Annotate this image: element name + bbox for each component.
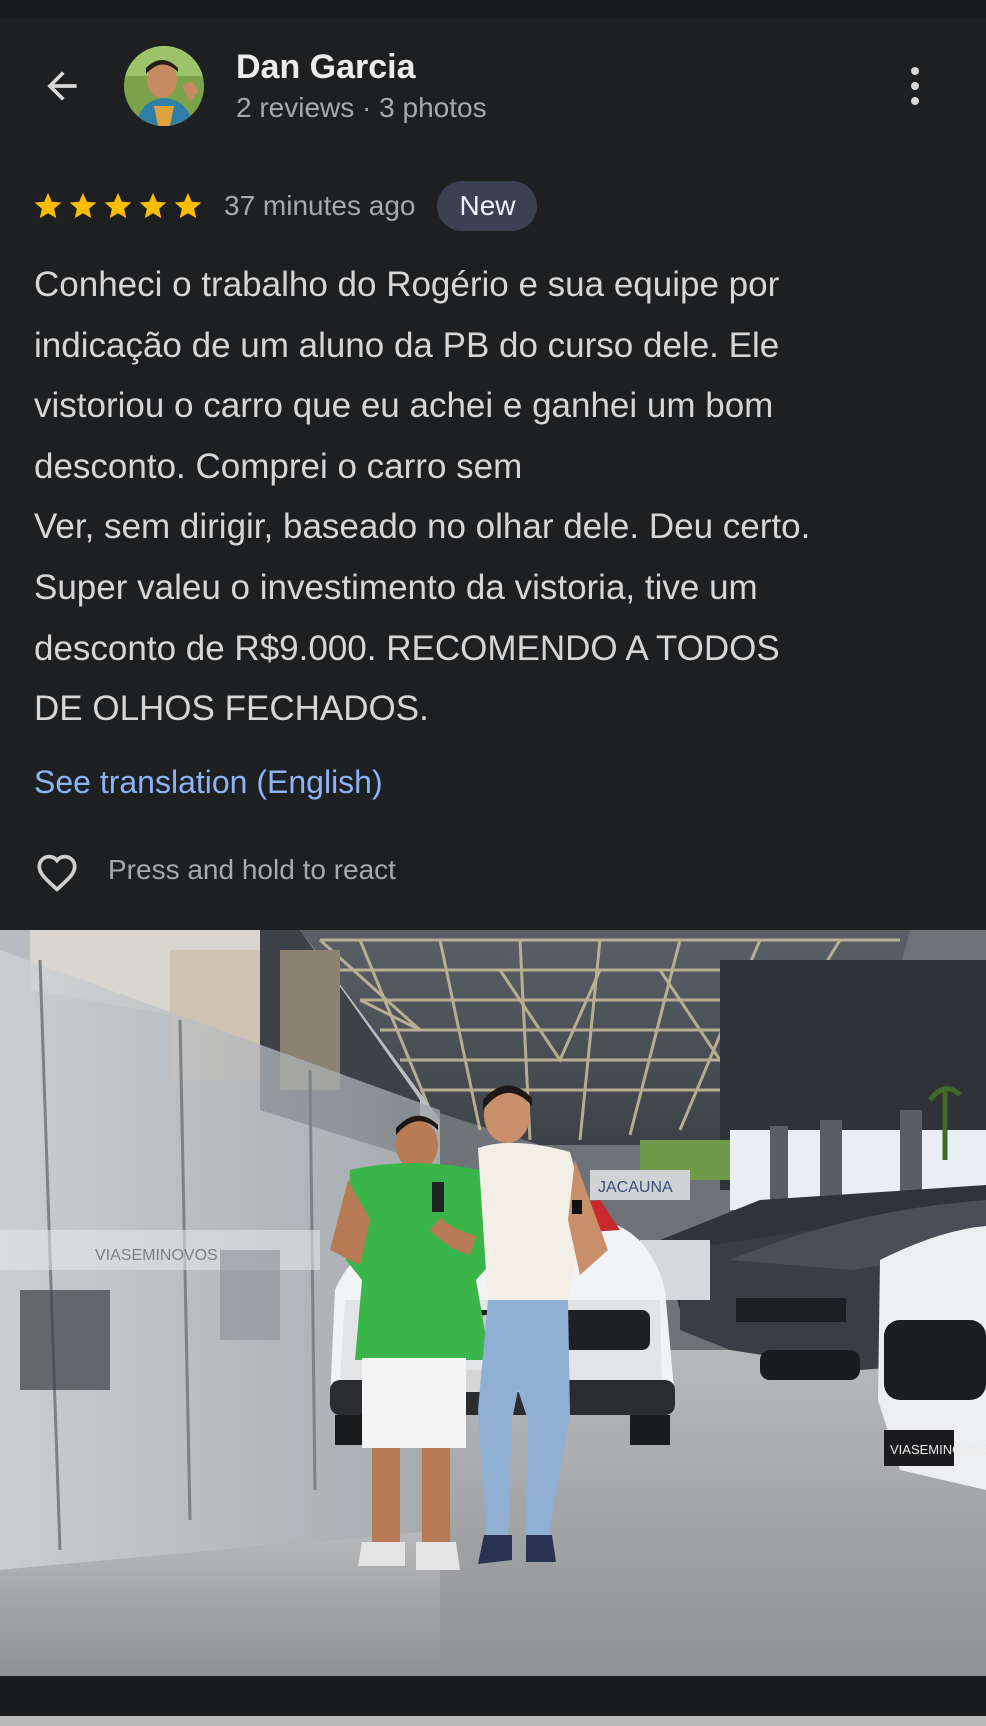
star-icon — [104, 192, 132, 219]
star-icon — [139, 192, 167, 219]
review-text-line: Ver, sem dirigir, baseado no olhar dele.… — [34, 507, 811, 547]
heart-outline-icon — [37, 854, 77, 892]
react-hint: Press and hold to react — [108, 854, 396, 885]
new-badge: New — [437, 181, 538, 231]
reviewer-stats: 2 reviews · 3 photos — [236, 92, 487, 124]
more-vert-dot — [911, 82, 919, 90]
reviewer-name[interactable]: Dan Garcia — [236, 48, 416, 87]
avatar-photo — [124, 46, 204, 126]
review-text-line: DE OLHOS FECHADOS. — [34, 689, 429, 729]
review-text-line: indicação de um aluno da PB do curso del… — [34, 325, 780, 365]
navigation-handle — [0, 1716, 986, 1726]
review-text: Conheci o trabalho do Rogério e sua equi… — [34, 255, 964, 740]
back-button[interactable] — [30, 54, 94, 118]
see-translation-link[interactable]: See translation (English) — [34, 764, 383, 801]
review-text-line: desconto. Comprei o carro sem — [34, 446, 523, 486]
arrow-back-icon — [47, 71, 77, 101]
review-header: Dan Garcia 2 reviews · 3 photos — [0, 36, 986, 136]
review-text-line: desconto de R$9.000. RECOMENDO A TODOS — [34, 628, 780, 668]
review-text-line: Conheci o trabalho do Rogério e sua equi… — [34, 265, 780, 304]
plate-text: VIASEMINOVOS — [890, 1442, 986, 1457]
dealership-sign: JACAUNA — [598, 1179, 673, 1196]
more-options-button[interactable] — [890, 56, 940, 116]
stats-separator: · — [362, 92, 372, 123]
bottom-bar — [0, 1676, 986, 1716]
react-button[interactable]: Press and hold to react — [32, 842, 396, 898]
review-count: 2 reviews — [236, 92, 355, 123]
star-rating — [32, 190, 204, 222]
star-icon — [174, 192, 202, 219]
review-text-line: Super valeu o investimento da vistoria, … — [34, 567, 758, 607]
car-dealership-photo: VIASEMINOVOS VIASEMINOVOS JACAUNA — [0, 930, 986, 1676]
more-vert-icon — [911, 67, 919, 75]
rating-row: 37 minutes ago New — [32, 180, 538, 232]
review-photo[interactable]: VIASEMINOVOS VIASEMINOVOS JACAUNA — [0, 930, 986, 1676]
status-bar — [0, 0, 986, 18]
star-icon — [34, 192, 62, 219]
review-text-line: vistoriou o carro que eu achei e ganhei … — [34, 386, 774, 426]
star-icon — [69, 192, 97, 219]
review-time: 37 minutes ago — [224, 190, 416, 221]
photo-count: 3 photos — [379, 92, 487, 123]
glass-text: VIASEMINOVOS — [95, 1247, 218, 1264]
more-vert-dot — [911, 97, 919, 105]
avatar[interactable] — [124, 46, 204, 126]
